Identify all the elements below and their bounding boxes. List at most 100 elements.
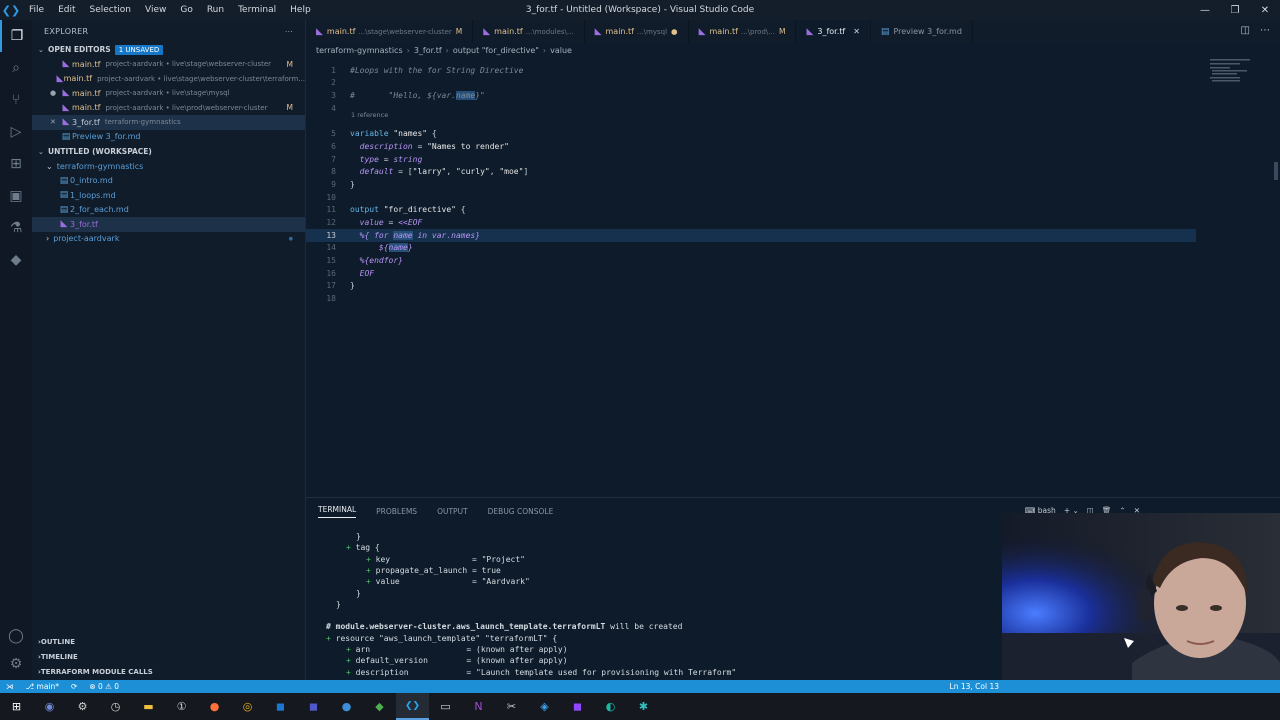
- code-line[interactable]: 15 %{endfor}: [306, 254, 1196, 267]
- clock-icon[interactable]: ◷: [99, 693, 132, 720]
- tab-main-tf[interactable]: ◣ main.tf ...\prod\... M: [689, 20, 797, 43]
- sidebar-section-timeline[interactable]: › TIMELINE: [32, 650, 306, 665]
- open-editor-item[interactable]: ◣ main.tf project-aardvark • live\stage\we…: [32, 72, 305, 87]
- close-icon[interactable]: ✕: [50, 118, 60, 126]
- open-editor-item[interactable]: ▤ Preview 3_for.md: [32, 130, 305, 145]
- file-item-0-intro-md[interactable]: ▤ 0_intro.md: [32, 174, 305, 189]
- more-actions-icon[interactable]: ⋯: [285, 27, 293, 36]
- close-icon[interactable]: ✕: [853, 27, 860, 36]
- vpn-icon[interactable]: ◈: [528, 693, 561, 720]
- app-teal-icon[interactable]: ✱: [627, 693, 660, 720]
- settings-icon[interactable]: ⚙: [66, 693, 99, 720]
- code-line[interactable]: 8 default = ["larry", "curly", "moe"]: [306, 165, 1196, 178]
- outlook-icon[interactable]: ◼: [264, 693, 297, 720]
- twitch-icon[interactable]: ◼: [561, 693, 594, 720]
- code-line[interactable]: 16 EOF: [306, 267, 1196, 280]
- code-line[interactable]: 14 ${name}: [306, 241, 1196, 254]
- file-item-1-loops-md[interactable]: ▤ 1_loops.md: [32, 188, 305, 203]
- remote-explorer-icon[interactable]: ▣: [0, 180, 32, 212]
- code-line[interactable]: 9}: [306, 178, 1196, 191]
- edge-icon[interactable]: ◐: [594, 693, 627, 720]
- panel-tab-output[interactable]: OUTPUT: [437, 507, 468, 516]
- minimap[interactable]: [1200, 57, 1280, 87]
- run-debug-icon[interactable]: ▷: [0, 116, 32, 148]
- code-line[interactable]: 6 description = "Names to render": [306, 140, 1196, 153]
- tab-3-for-tf[interactable]: ◣ 3_for.tf ✕: [796, 20, 871, 43]
- code-line[interactable]: 4: [306, 102, 1196, 115]
- tab-Preview-3-for-md[interactable]: ▤ Preview 3_for.md: [871, 20, 973, 43]
- chrome-icon[interactable]: ◎: [231, 693, 264, 720]
- minimize-icon[interactable]: —: [1190, 0, 1220, 20]
- breadcrumb-item[interactable]: value: [550, 46, 572, 55]
- sidebar-section-outline[interactable]: › OUTLINE: [32, 635, 306, 650]
- teams-icon[interactable]: ◼: [297, 693, 330, 720]
- panel-tab-problems[interactable]: PROBLEMS: [376, 507, 417, 516]
- restore-icon[interactable]: ❐: [1220, 0, 1250, 20]
- panel-tab-terminal[interactable]: TERMINAL: [318, 505, 357, 518]
- panel-tab-debug-console[interactable]: DEBUG CONSOLE: [488, 507, 554, 516]
- code-line[interactable]: 13 %{ for name in var.names}: [306, 229, 1196, 242]
- firefox-icon[interactable]: ●: [198, 693, 231, 720]
- open-editor-item[interactable]: ◣ main.tf project-aardvark • live\stage\we…: [32, 57, 305, 72]
- start-icon[interactable]: ⊞: [0, 693, 33, 720]
- terminal-icon[interactable]: ▭: [429, 693, 462, 720]
- menu-item-selection[interactable]: Selection: [83, 5, 138, 15]
- open-editor-item[interactable]: ✕ ◣ 3_for.tf terraform-gymnastics: [32, 115, 305, 130]
- breadcrumb-item[interactable]: output "for_directive": [453, 46, 539, 55]
- branch-indicator[interactable]: ⎇ main*: [20, 682, 66, 691]
- cursor-position[interactable]: Ln 13, Col 13: [944, 682, 1005, 691]
- remote-icon[interactable]: ⋊: [0, 682, 20, 691]
- menu-item-go[interactable]: Go: [173, 5, 199, 15]
- manage-gear-icon[interactable]: ⚙: [0, 648, 32, 680]
- file-item-2-for-each-md[interactable]: ▤ 2_for_each.md: [32, 203, 305, 218]
- code-line[interactable]: 5 variable "names" {: [306, 127, 1196, 140]
- testing-icon[interactable]: ⚗: [0, 212, 32, 244]
- tab-main-tf[interactable]: ◣ main.tf ...\modules\...: [473, 20, 585, 43]
- problems-indicator[interactable]: ⊗ 0 ⚠ 0: [83, 682, 125, 691]
- code-line[interactable]: 17}: [306, 279, 1196, 292]
- open-editors-section[interactable]: ⌄ OPEN EDITORS 1 UNSAVED: [32, 42, 305, 57]
- menu-item-edit[interactable]: Edit: [51, 5, 82, 15]
- close-icon[interactable]: ✕: [1250, 0, 1280, 20]
- docker-icon[interactable]: ◆: [0, 244, 32, 276]
- code-line[interactable]: 2: [306, 76, 1196, 89]
- onepassword-icon[interactable]: ①: [165, 693, 198, 720]
- menu-item-help[interactable]: Help: [283, 5, 318, 15]
- workspace-section[interactable]: ⌄ UNTITLED (WORKSPACE): [32, 144, 305, 159]
- editor-scrollbar[interactable]: [1274, 162, 1278, 180]
- tab-main-tf[interactable]: ◣ main.tf ...\stage\webserver-cluster M: [306, 20, 474, 43]
- code-line[interactable]: 7 type = string: [306, 153, 1196, 166]
- source-control-icon[interactable]: ⑂: [0, 84, 32, 116]
- discord-icon[interactable]: ◉: [33, 693, 66, 720]
- tab-main-tf[interactable]: ◣ main.tf ...\mysql ●: [585, 20, 689, 43]
- code-line[interactable]: 10: [306, 191, 1196, 204]
- vscode-icon[interactable]: ❮❯: [396, 693, 429, 720]
- split-editor-icon[interactable]: ◫: [1241, 25, 1250, 36]
- folder-project-aardvark[interactable]: › project-aardvark ●: [32, 232, 305, 247]
- open-editor-item[interactable]: ◣ main.tf project-aardvark • live\prod\web…: [32, 101, 305, 116]
- sidebar-section-terraform-module-calls[interactable]: › TERRAFORM MODULE CALLS: [32, 665, 306, 680]
- breadcrumb-item[interactable]: 3_for.tf: [414, 46, 442, 55]
- code-editor[interactable]: 1 reference 1 #Loops with the for String …: [306, 57, 1280, 497]
- app-green-icon[interactable]: ◆: [363, 693, 396, 720]
- open-editor-item[interactable]: ● ◣ main.tf project-aardvark • live\stage\m…: [32, 86, 305, 101]
- sync-icon[interactable]: ⟳: [65, 682, 83, 691]
- more-actions-icon[interactable]: ⋯: [1260, 25, 1270, 36]
- code-line[interactable]: 3 # "Hello, ${var.name}": [306, 89, 1196, 102]
- menu-item-view[interactable]: View: [138, 5, 173, 15]
- code-line[interactable]: 18: [306, 292, 1196, 305]
- extensions-icon[interactable]: ⊞: [0, 148, 32, 180]
- onenote-icon[interactable]: N: [462, 693, 495, 720]
- snipping-icon[interactable]: ✂: [495, 693, 528, 720]
- code-line[interactable]: 11 output "for_directive" {: [306, 203, 1196, 216]
- file-item-3-for-tf[interactable]: ◣ 3_for.tf: [32, 217, 305, 232]
- folder-terraform-gymnastics[interactable]: ⌄ terraform-gymnastics: [32, 159, 305, 174]
- code-line[interactable]: 1 #Loops with the for String Directive: [306, 64, 1196, 77]
- webex-icon[interactable]: ●: [330, 693, 363, 720]
- close-icon[interactable]: ●: [50, 89, 60, 97]
- code-line[interactable]: 12 value = <<EOF: [306, 216, 1196, 229]
- folder-icon[interactable]: ▬: [132, 693, 165, 720]
- files-icon[interactable]: ❐: [0, 20, 32, 52]
- search-icon[interactable]: ⌕: [0, 52, 32, 84]
- breadcrumb-item[interactable]: terraform-gymnastics: [316, 46, 403, 55]
